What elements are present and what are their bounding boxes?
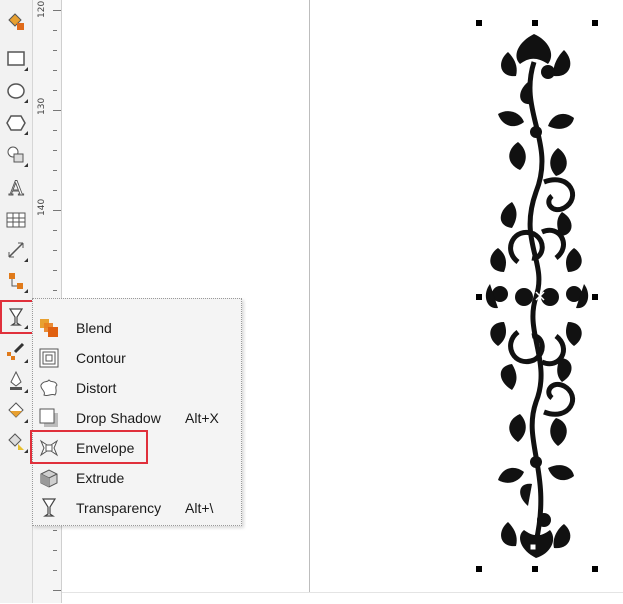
polygon-icon[interactable] (3, 110, 29, 136)
menu-item-label: Blend (76, 320, 112, 336)
drop-shadow-icon (37, 406, 61, 430)
ornament-shape (485, 34, 589, 558)
canvas-bottom-edge (62, 592, 623, 604)
outline-pen-icon[interactable] (3, 368, 29, 394)
rectangle-icon[interactable] (3, 46, 29, 72)
menu-item-label: Distort (76, 380, 117, 396)
page-border (309, 0, 310, 603)
ruler-label: 120 (37, 0, 47, 18)
menu-item-extrude[interactable]: Extrude (33, 463, 241, 493)
menu-item-label: Extrude (76, 470, 125, 486)
basic-shapes-icon[interactable] (3, 142, 29, 168)
effects-flyout-menu: Blend Contour Distort Drop Shadow Alt+X … (32, 298, 242, 526)
table-icon[interactable] (3, 207, 29, 233)
text-icon[interactable]: A (3, 174, 29, 200)
blend-icon (37, 316, 61, 340)
menu-item-transparency[interactable]: Transparency Alt+\ (33, 493, 241, 523)
ruler-label: 130 (37, 97, 47, 115)
menu-item-label: Transparency (76, 500, 162, 516)
selection-handle-top-center[interactable] (532, 20, 538, 26)
ruler-label: 140 (37, 198, 47, 216)
menu-item-label: Drop Shadow (76, 410, 161, 426)
selection-handle-bottom-right[interactable] (592, 566, 598, 572)
selection-handle-middle-left[interactable] (476, 294, 482, 300)
menu-item-drop-shadow[interactable]: Drop Shadow Alt+X (33, 403, 241, 433)
transparency-icon (37, 496, 61, 520)
distort-icon (37, 376, 61, 400)
ellipse-icon[interactable] (3, 78, 29, 104)
selection-handle-bottom-left[interactable] (476, 566, 482, 572)
connector-icon[interactable] (3, 268, 29, 294)
menu-item-shortcut: Alt+\ (185, 500, 214, 516)
selection-handle-bottom-center[interactable] (532, 566, 538, 572)
menu-item-contour[interactable]: Contour (33, 343, 241, 373)
menu-item-label: Contour (76, 350, 126, 366)
menu-item-shortcut: Alt+X (185, 410, 219, 426)
dimension-icon[interactable] (3, 237, 29, 263)
contour-icon (37, 346, 61, 370)
selection-handle-top-right[interactable] (592, 20, 598, 26)
selection-handle-middle-right[interactable] (592, 294, 598, 300)
interactive-fill-icon[interactable] (3, 428, 29, 454)
svg-text:A: A (8, 176, 24, 198)
extrude-icon (37, 466, 61, 490)
smart-fill-icon[interactable] (3, 8, 29, 34)
menu-item-distort[interactable]: Distort (33, 373, 241, 403)
fill-icon[interactable] (3, 398, 29, 424)
menu-item-blend[interactable]: Blend (33, 313, 241, 343)
selection-handle-top-left[interactable] (476, 20, 482, 26)
eyedropper-icon[interactable] (3, 338, 29, 364)
selected-ornament[interactable] (478, 22, 596, 570)
envelope-highlight (30, 430, 148, 464)
